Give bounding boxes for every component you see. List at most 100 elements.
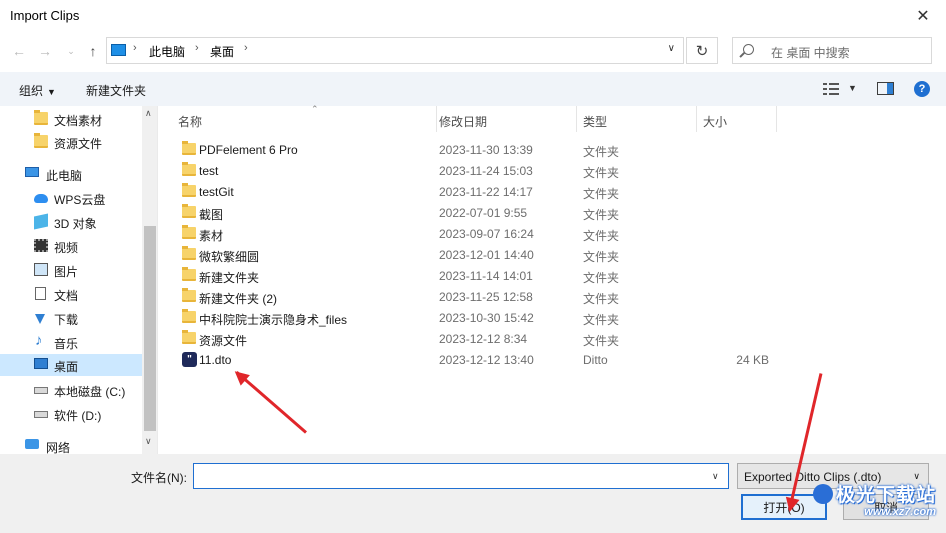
sidebar-item-documents[interactable]: 文档 [0,283,142,305]
help-icon[interactable]: ? [914,81,930,97]
breadcrumb-this-pc[interactable]: 此电脑 [149,43,185,60]
computer-icon [111,44,126,56]
scroll-up-icon[interactable]: ∧ [145,108,152,119]
chevron-down-icon: ⌄ [67,45,75,56]
file-row[interactable]: testGit 2023-11-22 14:17 文件夹 [176,181,796,202]
sidebar-item-music[interactable]: ♪ 音乐 [0,331,142,353]
video-icon [34,239,48,252]
file-row[interactable]: 资源文件 2023-12-12 8:34 文件夹 [176,328,796,349]
file-type: 文件夹 [583,334,620,348]
forward-button[interactable]: → [36,42,54,60]
filename-label: 文件名(N): [131,471,187,485]
dialog-footer: 文件名(N): ∨ Exported Ditto Clips (.dto)∨ 打… [0,454,946,533]
sidebar-item-label: 音乐 [54,337,79,351]
sidebar-item-label: 文档 [54,289,79,303]
search-box[interactable]: 在 桌面 中搜索 [732,37,932,64]
file-name: 素材 [199,229,224,243]
search-input[interactable]: 在 桌面 中搜索 [771,44,850,61]
file-row[interactable]: 新建文件夹 2023-11-14 14:01 文件夹 [176,265,796,286]
sidebar-item-drive-c[interactable]: 本地磁盘 (C:) [0,379,142,401]
filetype-select[interactable]: Exported Ditto Clips (.dto) ∨ [737,463,929,489]
file-date: 2022-07-01 9:55 [439,206,528,220]
folder-icon [182,225,196,239]
file-row-ditto[interactable]: " 11.dto 2023-12-12 13:40 Ditto 24 KB [176,349,796,370]
file-type: 文件夹 [583,208,620,222]
sidebar-item-label: 软件 (D:) [54,409,102,423]
pictures-icon [34,263,48,276]
sidebar-item-doc-materials[interactable]: 文档素材 [0,108,142,130]
folder-icon [182,288,196,302]
sidebar-item-pictures[interactable]: 图片 [0,259,142,281]
column-label: 大小 [703,115,728,129]
file-row[interactable]: 微软繁细圆 2023-12-01 14:40 文件夹 [176,244,796,265]
sidebar-item-downloads[interactable]: 下载 [0,307,142,329]
refresh-button[interactable]: ↻ [686,37,718,64]
new-folder-button[interactable]: 新建文件夹 [86,82,146,99]
up-button[interactable]: ↑ [84,42,102,60]
file-row[interactable]: PDFelement 6 Pro 2023-11-30 13:39 文件夹 [176,139,796,160]
scrollbar-thumb[interactable] [144,226,156,431]
close-button[interactable]: ✕ [900,0,946,32]
computer-icon [25,167,39,177]
column-label: 修改日期 [439,115,488,129]
navigation-pane: 文档素材 资源文件 此电脑 WPS云盘 3D 对象 视频 图片 文档 下载 ♪ 音… [0,106,158,454]
dropdown-arrow-icon: ▼ [47,87,56,97]
breadcrumb-desktop[interactable]: 桌面 [210,43,234,60]
address-bar[interactable]: › 此电脑 › 桌面 › ∨ [106,37,684,64]
cancel-button[interactable]: 取消 [843,494,929,520]
sidebar-item-network[interactable]: 网络 [0,435,142,454]
window-title: Import Clips [10,8,80,23]
sidebar-item-label: WPS云盘 [54,193,106,207]
scroll-down-icon[interactable]: ∨ [145,436,152,447]
sort-ascending-icon: ⌃ [311,104,319,114]
up-arrow-icon: ↑ [89,43,97,59]
column-label: 类型 [583,115,608,129]
chevron-down-icon[interactable]: ∨ [712,471,719,482]
view-details-icon[interactable] [823,83,839,95]
folder-icon [182,141,196,155]
sidebar-item-wps-cloud[interactable]: WPS云盘 [0,187,142,209]
column-header-date[interactable]: 修改日期 [433,106,577,132]
file-name: PDFelement 6 Pro [199,143,298,157]
title-bar: Import Clips ✕ [0,0,946,32]
folder-icon [182,267,196,281]
column-header-type[interactable]: 类型 [577,106,697,132]
file-row[interactable]: test 2023-11-24 15:03 文件夹 [176,160,796,181]
recent-locations-button[interactable]: ⌄ [62,42,80,60]
sidebar-item-desktop[interactable]: 桌面 [0,354,142,376]
column-header-size[interactable]: 大小 [697,106,777,132]
chevron-down-icon: ∨ [913,471,920,481]
music-icon: ♪ [35,332,43,349]
file-date: 2023-11-24 15:03 [439,164,533,178]
folder-icon [182,162,196,176]
sidebar-item-resource-files[interactable]: 资源文件 [0,131,142,153]
filename-input[interactable] [193,463,729,489]
file-date: 2023-11-14 14:01 [439,269,533,283]
sidebar-item-3d-objects[interactable]: 3D 对象 [0,211,142,233]
file-date: 2023-10-30 15:42 [439,311,534,325]
organize-menu[interactable]: 组织 ▼ [19,82,56,99]
download-icon [35,314,45,324]
file-type: 文件夹 [583,166,620,180]
sidebar-item-label: 网络 [46,441,71,454]
folder-icon [182,309,196,323]
file-row[interactable]: 截图 2022-07-01 9:55 文件夹 [176,202,796,223]
chevron-down-icon[interactable]: ∨ [668,43,675,54]
folder-icon [182,330,196,344]
sidebar-item-videos[interactable]: 视频 [0,235,142,257]
sidebar-item-drive-d[interactable]: 软件 (D:) [0,403,142,425]
refresh-icon: ↻ [695,42,709,60]
file-row[interactable]: 素材 2023-09-07 16:24 文件夹 [176,223,796,244]
view-dropdown-icon[interactable]: ▼ [848,83,857,93]
file-name: 中科院院士演示隐身术_files [199,313,348,327]
file-row[interactable]: 新建文件夹 (2) 2023-11-25 12:58 文件夹 [176,286,796,307]
file-row[interactable]: 中科院院士演示隐身术_files 2023-10-30 15:42 文件夹 [176,307,796,328]
back-button[interactable]: ← [10,42,28,60]
sidebar-scrollbar[interactable]: ∧ ∨ [142,106,157,454]
preview-pane-icon[interactable] [877,82,894,95]
file-type: 文件夹 [583,187,620,201]
sidebar-item-this-pc[interactable]: 此电脑 [0,163,142,185]
ditto-file-icon: " [182,352,197,367]
column-header-name[interactable]: 名称 ⌃ [172,104,437,132]
search-icon [743,44,754,55]
